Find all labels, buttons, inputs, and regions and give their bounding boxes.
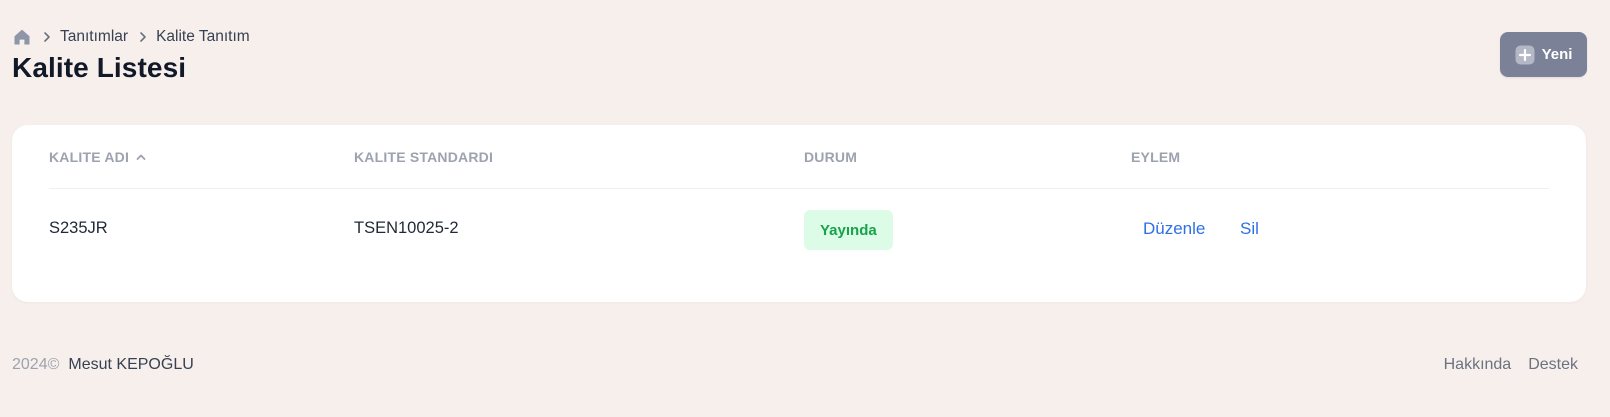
breadcrumb-item-kalite-tanitim[interactable]: Kalite Tanıtım bbox=[156, 28, 250, 46]
kalite-table-card: KALITE ADI KALITE STANDARDI DURUM EYLEM bbox=[12, 125, 1586, 302]
status-badge: Yayında bbox=[804, 210, 893, 250]
column-header-label: KALITE ADI bbox=[49, 149, 130, 165]
kalite-adi-cell: S235JR bbox=[49, 219, 108, 237]
delete-link[interactable]: Sil bbox=[1240, 219, 1259, 239]
footer-copyright: 2024© Mesut KEPOĞLU bbox=[12, 356, 194, 374]
new-button-label: Yeni bbox=[1541, 46, 1573, 63]
column-header-label: EYLEM bbox=[1131, 149, 1181, 165]
page-title: Kalite Listesi bbox=[12, 52, 187, 83]
column-header-label: DURUM bbox=[804, 149, 858, 165]
footer-link-hakkinda[interactable]: Hakkında bbox=[1444, 356, 1512, 374]
breadcrumb: Tanıtımlar Kalite Tanıtım bbox=[12, 26, 250, 48]
copyright-author: Mesut KEPOĞLU bbox=[68, 356, 194, 373]
chevron-right-icon bbox=[134, 28, 152, 46]
table-row: S235JR TSEN10025-2 Yayında Düzenle Sil bbox=[49, 189, 1549, 271]
footer-link-destek[interactable]: Destek bbox=[1528, 356, 1578, 374]
kalite-standardi-cell: TSEN10025-2 bbox=[354, 219, 459, 237]
kalite-table: KALITE ADI KALITE STANDARDI DURUM EYLEM bbox=[49, 125, 1549, 271]
page: Tanıtımlar Kalite Tanıtım Kalite Listesi… bbox=[0, 0, 1610, 417]
plus-square-icon bbox=[1515, 45, 1535, 65]
breadcrumb-item-tanitimlar[interactable]: Tanıtımlar bbox=[60, 28, 128, 46]
edit-link[interactable]: Düzenle bbox=[1143, 219, 1205, 239]
column-header-kalite-adi[interactable]: KALITE ADI bbox=[49, 149, 147, 165]
copyright-year: 2024© bbox=[12, 356, 60, 373]
column-header-durum[interactable]: DURUM bbox=[804, 149, 857, 165]
column-header-kalite-standardi[interactable]: KALITE STANDARDI bbox=[354, 149, 493, 165]
sort-ascending-icon bbox=[135, 151, 147, 163]
home-icon[interactable] bbox=[12, 27, 32, 47]
footer-links: Hakkında Destek bbox=[1444, 356, 1578, 374]
column-header-label: KALITE STANDARDI bbox=[354, 149, 494, 165]
column-header-eylem: EYLEM bbox=[1131, 149, 1180, 165]
new-button[interactable]: Yeni bbox=[1500, 32, 1587, 77]
chevron-right-icon bbox=[38, 28, 56, 46]
table-header: KALITE ADI KALITE STANDARDI DURUM EYLEM bbox=[49, 125, 1549, 189]
